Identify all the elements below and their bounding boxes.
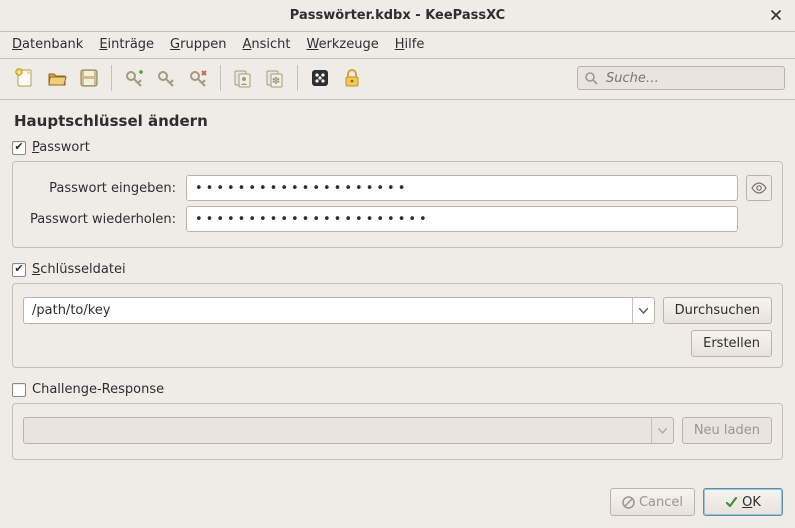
password-checkbox-row: Passwortdocument.currentScript.previousE… bbox=[12, 140, 783, 155]
key-plus-icon bbox=[123, 67, 145, 89]
window-close-button[interactable] bbox=[767, 6, 785, 24]
search-input[interactable] bbox=[604, 70, 778, 87]
challenge-device-combobox bbox=[23, 417, 674, 444]
title-bar: Passwörter.kdbx - KeePassXC bbox=[0, 0, 795, 32]
lock-icon bbox=[342, 68, 362, 88]
chevron-down-icon[interactable] bbox=[632, 298, 654, 323]
toolbar-password-generator-button[interactable] bbox=[305, 63, 335, 93]
enter-password-input[interactable]: •••••••••••••••••••• bbox=[186, 175, 738, 201]
toolbar-separator bbox=[297, 65, 298, 91]
keyfile-checkbox[interactable] bbox=[12, 263, 26, 277]
password-checkbox[interactable] bbox=[12, 141, 26, 155]
menu-bar: Datenbankdocument.currentScript.previous… bbox=[0, 32, 795, 59]
challenge-checkbox-row: Challenge-Response bbox=[12, 382, 783, 397]
ok-button[interactable]: OKdocument.currentScript.previousElement… bbox=[703, 488, 783, 516]
new-database-icon bbox=[14, 67, 36, 89]
close-icon bbox=[771, 10, 781, 20]
chevron-down-icon bbox=[651, 418, 673, 443]
cancel-icon bbox=[622, 496, 635, 509]
challenge-checkbox[interactable] bbox=[12, 383, 26, 397]
menu-entries[interactable]: Einträgedocument.currentScript.previousE… bbox=[99, 37, 154, 52]
keyfile-checkbox-label[interactable]: Schlüsseldateidocument.currentScript.pre… bbox=[32, 262, 126, 277]
key-edit-icon bbox=[155, 67, 177, 89]
search-box[interactable] bbox=[577, 66, 785, 90]
menu-help[interactable]: Hilfedocument.currentScript.previousElem… bbox=[395, 37, 425, 52]
create-keyfile-button[interactable]: Erstellen bbox=[691, 330, 772, 357]
search-icon bbox=[584, 71, 598, 85]
key-delete-icon bbox=[187, 67, 209, 89]
password-checkbox-label[interactable]: Passwortdocument.currentScript.previousE… bbox=[32, 140, 90, 155]
toggle-password-visibility-button[interactable] bbox=[746, 175, 772, 201]
main-content: Hauptschlüssel ändern Passwortdocument.c… bbox=[0, 100, 795, 460]
repeat-password-label: Passwort wiederholen: bbox=[23, 212, 178, 227]
keyfile-checkbox-row: Schlüsseldateidocument.currentScript.pre… bbox=[12, 262, 783, 277]
page-title: Hauptschlüssel ändern bbox=[14, 112, 783, 130]
repeat-password-input[interactable]: •••••••••••••••••••••• bbox=[186, 206, 738, 232]
save-icon bbox=[78, 67, 100, 89]
toolbar-delete-entry-button[interactable] bbox=[183, 63, 213, 93]
dialog-button-row: Cancel OKdocument.currentScript.previous… bbox=[610, 488, 783, 516]
copy-user-icon bbox=[232, 67, 254, 89]
toolbar-separator bbox=[111, 65, 112, 91]
toolbar-lock-database-button[interactable] bbox=[337, 63, 367, 93]
menu-tools[interactable]: Werkzeugedocument.currentScript.previous… bbox=[306, 37, 378, 52]
reload-challenge-button: Neu laden bbox=[682, 417, 772, 444]
password-group: Passwort eingeben: •••••••••••••••••••• … bbox=[12, 161, 783, 248]
enter-password-label: Passwort eingeben: bbox=[23, 181, 178, 196]
keyfile-path-combobox[interactable]: /path/to/key bbox=[23, 297, 655, 324]
toolbar-open-database-button[interactable] bbox=[42, 63, 72, 93]
toolbar-copy-username-button[interactable] bbox=[228, 63, 258, 93]
copy-password-icon: ✽ bbox=[264, 67, 286, 89]
ok-check-icon bbox=[725, 496, 738, 509]
keyfile-group: /path/to/key Durchsuchen Erstellen bbox=[12, 283, 783, 368]
svg-text:✽: ✽ bbox=[272, 76, 280, 87]
window-title: Passwörter.kdbx - KeePassXC bbox=[290, 8, 505, 23]
toolbar-save-database-button[interactable] bbox=[74, 63, 104, 93]
menu-view[interactable]: Ansichtdocument.currentScript.previousEl… bbox=[242, 37, 290, 52]
toolbar-new-entry-button[interactable] bbox=[119, 63, 149, 93]
toolbar-separator bbox=[220, 65, 221, 91]
browse-keyfile-button[interactable]: Durchsuchen bbox=[663, 297, 772, 324]
cancel-button[interactable]: Cancel bbox=[610, 488, 695, 516]
menu-database[interactable]: Datenbankdocument.currentScript.previous… bbox=[12, 37, 83, 52]
toolbar-new-database-button[interactable] bbox=[10, 63, 40, 93]
menu-groups[interactable]: Gruppendocument.currentScript.previousEl… bbox=[170, 37, 226, 52]
toolbar-edit-entry-button[interactable] bbox=[151, 63, 181, 93]
dice-icon bbox=[310, 68, 330, 88]
toolbar: ✽ bbox=[0, 59, 795, 100]
challenge-group: Neu laden bbox=[12, 403, 783, 460]
eye-icon bbox=[751, 180, 767, 196]
challenge-checkbox-label[interactable]: Challenge-Response bbox=[32, 382, 164, 397]
toolbar-copy-password-button[interactable]: ✽ bbox=[260, 63, 290, 93]
open-folder-icon bbox=[46, 67, 68, 89]
keyfile-path-value: /path/to/key bbox=[32, 303, 632, 318]
